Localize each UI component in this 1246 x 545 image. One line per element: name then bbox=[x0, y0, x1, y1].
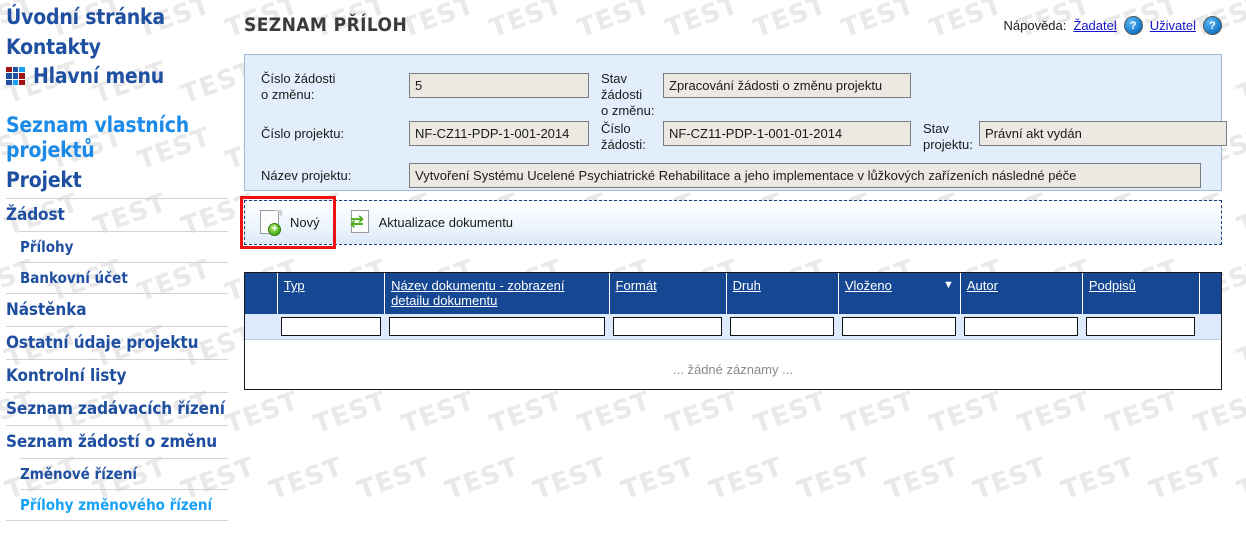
sidebar-item-kontrolni-listy[interactable]: Kontrolní listy bbox=[6, 363, 238, 389]
col-druh-filter-cell bbox=[726, 314, 839, 340]
col-nazev-dokumentu-filter-cell bbox=[384, 314, 610, 340]
col-actions-filter-cell bbox=[1199, 314, 1221, 340]
col-podpisu[interactable]: Podpisů bbox=[1082, 273, 1200, 314]
col-typ-filter-cell bbox=[277, 314, 385, 340]
sidebar-item-zmenove-rizeni[interactable]: Změnové řízení bbox=[6, 462, 238, 486]
col-nazev-dokumentu-label[interactable]: Název dokumentu - zobrazení detailu doku… bbox=[391, 278, 602, 308]
help-bar: Nápověda: Žadatel ? Uživatel ? bbox=[1003, 16, 1222, 35]
sidebar-separator bbox=[6, 326, 228, 327]
col-vlozeno-filter-cell bbox=[838, 314, 961, 340]
sidebar-item-bankovni-ucet[interactable]: Bankovní účet bbox=[6, 266, 238, 290]
action-toolbar: + Nový ⇄ Aktualizace dokumentu bbox=[244, 200, 1222, 245]
grid-icon bbox=[6, 66, 25, 86]
col-nazev-dokumentu-filter-input[interactable] bbox=[388, 317, 606, 336]
col-autor-filter-cell bbox=[960, 314, 1083, 340]
question-mark-icon-zadatel[interactable]: ? bbox=[1123, 16, 1143, 35]
update-document-button[interactable]: ⇄ Aktualizace dokumentu bbox=[334, 201, 527, 244]
sort-descending-icon[interactable]: ▼ bbox=[939, 278, 954, 292]
label-nazev-projektu: Název projektu: bbox=[261, 168, 352, 183]
col-druh-filter-input[interactable] bbox=[730, 317, 835, 336]
new-document-icon: + bbox=[259, 209, 283, 236]
project-info-panel: Číslo žádosti o změnu: 5 Stav žádosti o … bbox=[244, 54, 1227, 191]
sidebar-separator bbox=[6, 425, 228, 426]
sidebar-separator bbox=[20, 262, 228, 263]
attachments-table: Typ Název dokumentu - zobrazení detailu d… bbox=[244, 272, 1222, 390]
table-empty-row: ... žádné záznamy ... bbox=[245, 340, 1221, 377]
label-cislo-zadosti: Číslo žádosti: bbox=[601, 121, 646, 152]
col-vlozeno-filter-input[interactable] bbox=[842, 317, 957, 336]
col-typ[interactable]: Typ bbox=[277, 273, 386, 314]
help-link-uzivatel[interactable]: Uživatel bbox=[1150, 18, 1196, 33]
col-actions bbox=[1199, 273, 1221, 314]
sidebar-link-uvodni-stranka[interactable]: Úvodní stránka bbox=[6, 2, 238, 32]
col-vlozeno[interactable]: Vloženo ▼ bbox=[838, 273, 961, 314]
col-format-label[interactable]: Formát bbox=[616, 278, 657, 293]
help-label: Nápověda: bbox=[1003, 18, 1067, 33]
sidebar-separator bbox=[20, 458, 228, 459]
field-stav-zadosti-o-zmenu[interactable]: Zpracování žádosti o změnu projektu bbox=[663, 73, 911, 98]
sidebar-separator bbox=[6, 392, 228, 393]
sidebar-main-menu[interactable]: Hlavní menu bbox=[6, 64, 238, 88]
sidebar-main-menu-label[interactable]: Hlavní menu bbox=[33, 64, 164, 88]
col-podpisu-filter-input[interactable] bbox=[1086, 317, 1196, 336]
col-autor[interactable]: Autor bbox=[960, 273, 1083, 314]
col-podpisu-filter-cell bbox=[1082, 314, 1200, 340]
col-nazev-dokumentu[interactable]: Název dokumentu - zobrazení detailu doku… bbox=[384, 273, 610, 314]
sidebar-item-seznam-zadosti-o-zmenu[interactable]: Seznam žádostí o změnu bbox=[6, 429, 238, 455]
question-mark-icon-uzivatel[interactable]: ? bbox=[1203, 16, 1222, 35]
label-stav-projektu: Stav projektu: bbox=[923, 121, 973, 152]
sidebar-separator bbox=[20, 231, 228, 232]
sidebar-link-kontakty[interactable]: Kontakty bbox=[6, 32, 238, 62]
sidebar-top-nav: Úvodní stránka Kontakty Hlavní menu bbox=[0, 0, 238, 88]
col-typ-label[interactable]: Typ bbox=[284, 278, 305, 293]
empty-message: ... žádné záznamy ... bbox=[673, 362, 793, 377]
col-format[interactable]: Formát bbox=[609, 273, 727, 314]
sidebar-separator bbox=[20, 489, 228, 490]
refresh-document-icon: ⇄ bbox=[348, 209, 372, 236]
col-autor-filter-input[interactable] bbox=[964, 317, 1079, 336]
sidebar-item-zadost[interactable]: Žádost bbox=[6, 202, 238, 228]
table-header-row: Typ Název dokumentu - zobrazení detailu d… bbox=[245, 273, 1221, 314]
help-link-zadatel[interactable]: Žadatel bbox=[1073, 18, 1116, 33]
field-stav-projektu[interactable]: Právní akt vydán bbox=[979, 121, 1227, 146]
col-podpisu-label[interactable]: Podpisů bbox=[1089, 278, 1136, 293]
field-cislo-zadosti[interactable]: NF-CZ11-PDP-1-001-01-2014 bbox=[663, 121, 911, 146]
col-druh[interactable]: Druh bbox=[726, 273, 839, 314]
attachments-grid: Typ Název dokumentu - zobrazení detailu d… bbox=[245, 273, 1221, 377]
sidebar-item-projekt[interactable]: Projekt bbox=[6, 165, 238, 195]
update-document-label: Aktualizace dokumentu bbox=[378, 215, 514, 230]
sidebar-item-seznam-zadavacich-rizeni[interactable]: Seznam zadávacích řízení bbox=[6, 396, 238, 422]
label-cislo-projektu: Číslo projektu: bbox=[261, 126, 345, 141]
sidebar-item-seznam-vlastnich-projektu[interactable]: Seznam vlastních projektů bbox=[6, 110, 238, 165]
new-button-label: Nový bbox=[290, 215, 320, 230]
sidebar-item-prilohy-zmenoveho-rizeni[interactable]: Přílohy změnového řízení bbox=[6, 493, 238, 517]
sidebar-separator bbox=[6, 520, 228, 521]
sidebar-separator bbox=[6, 198, 228, 199]
sidebar-main-nav: Seznam vlastních projektů Projekt Žádost Př… bbox=[0, 110, 238, 521]
col-vlozeno-label[interactable]: Vloženo bbox=[845, 278, 892, 293]
col-select-filter-cell bbox=[245, 314, 278, 340]
col-select bbox=[245, 273, 278, 314]
field-nazev-projektu[interactable]: Vytvoření Systému Ucelené Psychiatrické … bbox=[409, 163, 1201, 188]
col-druh-label[interactable]: Druh bbox=[733, 278, 761, 293]
table-filter-row bbox=[245, 314, 1221, 340]
sidebar-separator bbox=[6, 359, 228, 360]
sidebar-separator bbox=[6, 293, 228, 294]
main-content: SEZNAM PŘÍLOH Nápověda: Žadatel ? Uživat… bbox=[238, 0, 1246, 545]
sidebar-item-prilohy[interactable]: Přílohy bbox=[6, 235, 238, 259]
field-cislo-projektu[interactable]: NF-CZ11-PDP-1-001-2014 bbox=[409, 121, 589, 146]
plus-badge-icon: + bbox=[268, 222, 281, 236]
col-autor-label[interactable]: Autor bbox=[967, 278, 998, 293]
label-stav-zadosti-o-zmenu: Stav žádosti o změnu: bbox=[601, 71, 655, 118]
label-cislo-zadosti-o-zmenu: Číslo žádosti o změnu: bbox=[261, 71, 336, 102]
field-cislo-zadosti-o-zmenu[interactable]: 5 bbox=[409, 73, 589, 98]
col-typ-filter-input[interactable] bbox=[281, 317, 381, 336]
sidebar-item-nastenka[interactable]: Nástěnka bbox=[6, 297, 238, 323]
col-format-filter-input[interactable] bbox=[613, 317, 723, 336]
sidebar: Úvodní stránka Kontakty Hlavní menu Sezn… bbox=[0, 0, 238, 545]
sidebar-item-ostatni-udaje-projektu[interactable]: Ostatní údaje projektu bbox=[6, 330, 238, 356]
col-format-filter-cell bbox=[609, 314, 727, 340]
new-button[interactable]: + Nový bbox=[245, 201, 334, 244]
